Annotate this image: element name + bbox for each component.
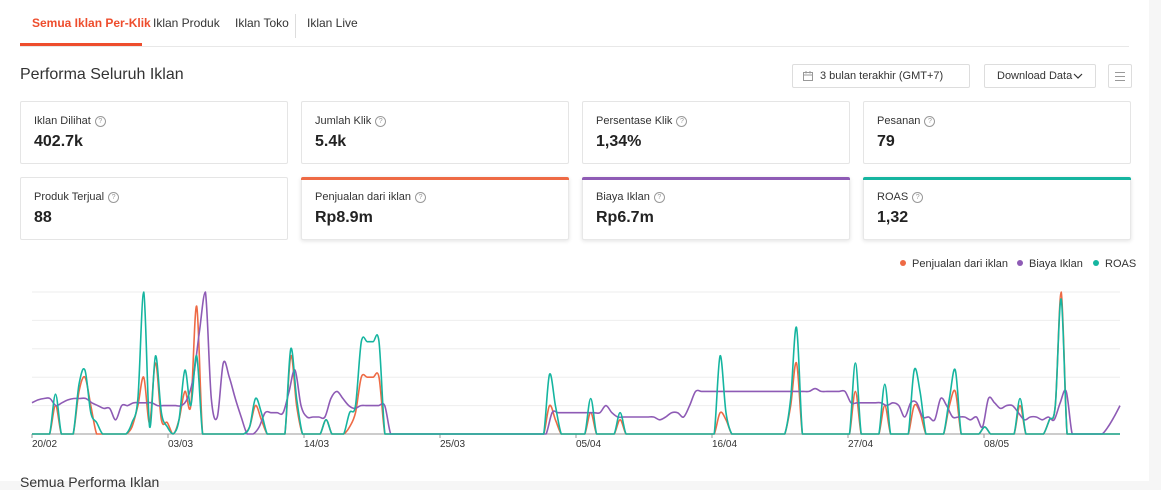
metric-value: 1,32: [877, 209, 909, 226]
legend-label: Biaya Iklan: [1029, 258, 1083, 270]
page-title: Performa Seluruh Iklan: [20, 66, 184, 83]
help-icon[interactable]: ?: [924, 115, 936, 127]
tab-divider: [295, 14, 296, 38]
metric-label: Produk Terjual?: [34, 191, 120, 203]
legend-dot: [900, 260, 906, 267]
metric-card-roas[interactable]: ROAS? 1,32: [863, 177, 1131, 240]
x-tick-label: 08/05: [984, 439, 1009, 450]
metric-card-ctr[interactable]: Persentase Klik? 1,34%: [582, 101, 850, 164]
help-icon[interactable]: ?: [94, 115, 106, 127]
tab-product-ads[interactable]: Iklan Produk: [153, 0, 220, 46]
metric-value: 1,34%: [596, 133, 642, 150]
metric-value: 88: [34, 209, 52, 226]
active-tab-indicator: [20, 43, 142, 46]
metric-value: Rp6.7m: [596, 209, 654, 226]
metric-label: Biaya Iklan?: [596, 191, 665, 203]
help-icon[interactable]: ?: [676, 115, 688, 127]
help-icon[interactable]: ?: [375, 115, 387, 127]
legend-item-roas[interactable]: ROAS: [1093, 258, 1136, 270]
ad-type-tabs: Semua Iklan Per-Klik Iklan Produk Iklan …: [20, 0, 1129, 47]
help-icon[interactable]: ?: [653, 191, 665, 203]
metric-label: Persentase Klik?: [596, 115, 688, 127]
download-data-button[interactable]: Download Data: [984, 64, 1096, 88]
metric-card-ad-cost[interactable]: Biaya Iklan? Rp6.7m: [582, 177, 850, 240]
chevron-down-icon: [1073, 73, 1083, 79]
metric-card-orders[interactable]: Pesanan? 79: [863, 101, 1131, 164]
legend-item-ad-cost[interactable]: Biaya Iklan: [1017, 258, 1083, 270]
x-tick-label: 03/03: [168, 439, 193, 450]
legend-item-ad-sales[interactable]: Penjualan dari iklan: [900, 258, 1008, 270]
metric-selected-bar: [582, 177, 850, 180]
calendar-icon: [803, 71, 813, 81]
metric-label: ROAS?: [877, 191, 924, 203]
metric-label: Jumlah Klik?: [315, 115, 387, 127]
download-data-label: Download Data: [997, 70, 1073, 82]
metric-card-clicks[interactable]: Jumlah Klik? 5.4k: [301, 101, 569, 164]
x-tick-label: 25/03: [440, 439, 465, 450]
performance-line-chart: 20/02 03/03 14/03 25/03 05/04 16/04 27/04 08/05: [31, 291, 1121, 450]
metric-label: Penjualan dari iklan?: [315, 191, 427, 203]
metric-selected-bar: [863, 177, 1131, 180]
x-tick-label: 16/04: [712, 439, 737, 450]
legend-dot: [1093, 260, 1099, 267]
help-icon[interactable]: ?: [912, 191, 924, 203]
metric-label: Pesanan?: [877, 115, 936, 127]
legend-label: ROAS: [1105, 258, 1137, 270]
x-tick-label: 05/04: [576, 439, 601, 450]
tab-all-cpc-ads[interactable]: Semua Iklan Per-Klik: [32, 0, 151, 46]
metric-card-products-sold[interactable]: Produk Terjual? 88: [20, 177, 288, 240]
tab-shop-ads[interactable]: Iklan Toko: [235, 0, 289, 46]
x-tick-label: 20/02: [32, 439, 57, 450]
legend-dot: [1017, 260, 1023, 267]
list-menu-icon: [1115, 72, 1125, 81]
legend-label: Penjualan dari iklan: [912, 258, 1009, 270]
date-range-label: 3 bulan terakhir (GMT+7): [820, 70, 944, 82]
x-tick-label: 27/04: [848, 439, 873, 450]
metric-card-impressions[interactable]: Iklan Dilihat? 402.7k: [20, 101, 288, 164]
metrics-menu-button[interactable]: [1108, 64, 1132, 88]
metric-value: 79: [877, 133, 895, 150]
help-icon[interactable]: ?: [108, 191, 120, 203]
date-range-picker[interactable]: 3 bulan terakhir (GMT+7): [792, 64, 970, 88]
help-icon[interactable]: ?: [415, 191, 427, 203]
metric-value: 5.4k: [315, 133, 347, 150]
metric-label: Iklan Dilihat?: [34, 115, 106, 127]
section-title: Semua Performa Iklan: [20, 474, 160, 490]
x-tick-label: 14/03: [304, 439, 329, 450]
metric-selected-bar: [301, 177, 569, 180]
tab-live-ads[interactable]: Iklan Live: [307, 0, 358, 46]
metric-card-ad-sales[interactable]: Penjualan dari iklan? Rp8.9m: [301, 177, 569, 240]
performance-card: Semua Iklan Per-Klik Iklan Produk Iklan …: [0, 0, 1149, 490]
metric-value: Rp8.9m: [315, 209, 373, 226]
metric-value: 402.7k: [34, 133, 83, 150]
